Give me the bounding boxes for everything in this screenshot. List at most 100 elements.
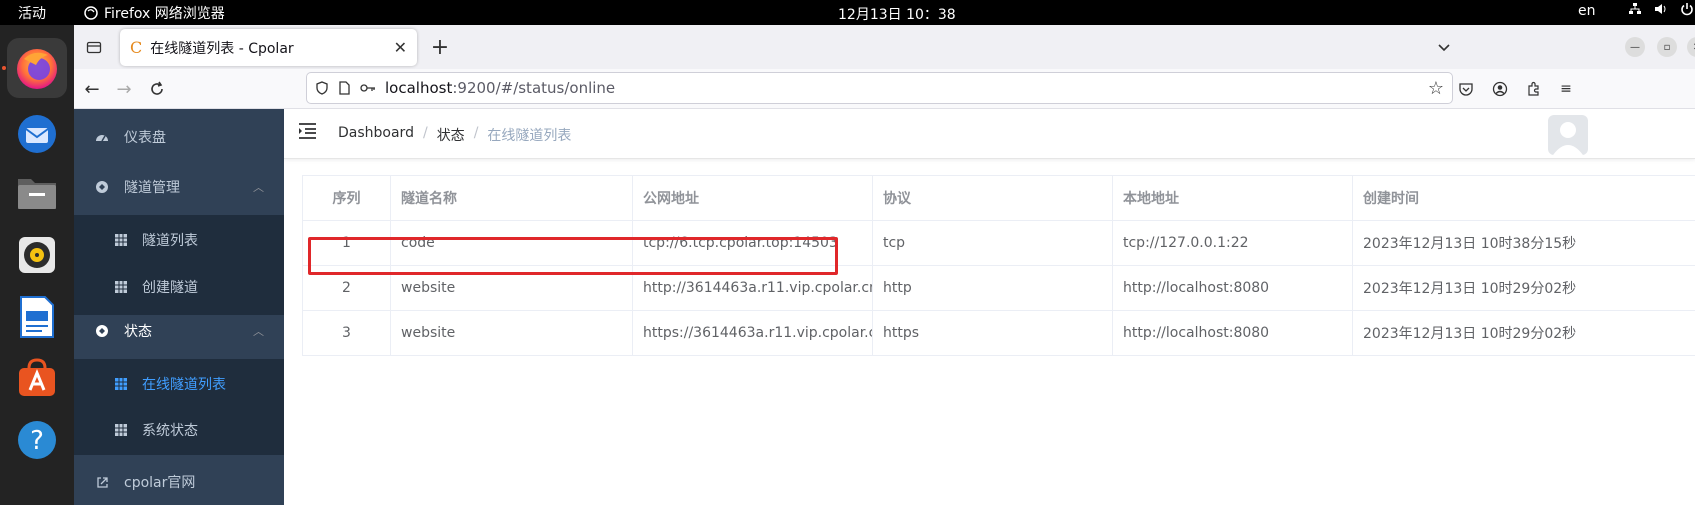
sidebar-item-tunnel-list[interactable]: 隧道列表 (74, 215, 284, 265)
chevron-down-icon (1438, 44, 1450, 52)
cpolar-favicon: C (130, 38, 143, 57)
user-avatar[interactable] (1548, 115, 1588, 155)
cell-index: 2 (303, 266, 391, 310)
sidebar-item-status[interactable]: 状态 ︿ (74, 303, 284, 359)
navigation-toolbar: ← → localhost:9200/#/status/online ☆ ≡ (74, 69, 1695, 109)
maximize-button[interactable]: ▫ (1657, 37, 1677, 57)
app-menu-button[interactable]: ≡ (1556, 79, 1576, 99)
url-host: localhost (385, 79, 453, 97)
bookmark-star-icon[interactable]: ☆ (1428, 78, 1444, 99)
tracking-shield-icon[interactable] (313, 79, 331, 97)
clock[interactable]: 12月13日 10：38 (838, 4, 956, 24)
new-tab-button[interactable]: + (426, 33, 454, 61)
breadcrumb-status: 状态 (436, 128, 465, 144)
grid-icon (114, 233, 128, 247)
sidebar-item-system-status[interactable]: 系统状态 (74, 405, 284, 455)
sidebar-label: cpolar官网 (124, 475, 196, 491)
user-icon (1553, 122, 1583, 155)
breadcrumb-dashboard[interactable]: Dashboard (338, 125, 414, 145)
url-bar[interactable]: localhost:9200/#/status/online ☆ (306, 72, 1453, 104)
activities-button[interactable]: 活动 (18, 3, 46, 23)
cell-index: 1 (303, 221, 391, 265)
grid-icon (114, 423, 128, 437)
column-header-index: 序列 (303, 176, 391, 220)
dock-rhythmbox[interactable] (7, 225, 67, 285)
pocket-button[interactable] (1456, 79, 1476, 99)
running-indicator (2, 66, 6, 70)
url-text[interactable]: localhost:9200/#/status/online (385, 79, 615, 97)
dock: ? (0, 25, 74, 505)
account-button[interactable] (1490, 79, 1510, 99)
files-icon (18, 179, 56, 209)
sidebar-item-tunnel-manage[interactable]: 隧道管理 ︿ (74, 159, 284, 215)
grid-icon (114, 377, 128, 391)
reload-button[interactable] (143, 75, 171, 103)
sidebar-item-cpolar-site[interactable]: cpolar官网 (74, 454, 284, 505)
svg-text:?: ? (30, 426, 44, 456)
dock-firefox[interactable] (7, 38, 67, 98)
system-top-bar: 活动 Firefox 网络浏览器 12月13日 10：38 en (0, 0, 1695, 25)
sidebar-label: 状态 (124, 324, 152, 340)
table-row: 2 website http://3614463a.r11.vip.cpolar… (303, 266, 1695, 311)
sidebar: 仪表盘 隧道管理 ︿ 隧道列表 创建隧道 状态 ︿ 在线隧道列表 系统状态 cp… (74, 109, 284, 505)
reload-icon (151, 81, 163, 95)
chevron-up-icon: ︿ (253, 181, 264, 194)
app-center-icon (19, 358, 55, 396)
cell-local-addr: tcp://127.0.0.1:22 (1113, 221, 1353, 265)
forward-button[interactable]: → (110, 75, 138, 103)
sidebar-toggle-button[interactable] (298, 122, 318, 140)
pocket-icon (1459, 83, 1473, 96)
system-tray[interactable] (1628, 2, 1694, 16)
cell-public-url: https://3614463a.r11.vip.cpolar.cn (633, 311, 873, 355)
firefox-icon (17, 49, 57, 89)
cell-created: 2023年12月13日 10时29分02秒 (1353, 266, 1695, 310)
app-menu[interactable]: Firefox 网络浏览器 (84, 3, 225, 23)
tab-cpolar[interactable]: C 在线隧道列表 - Cpolar ✕ (120, 29, 417, 66)
close-tab-icon[interactable]: ✕ (394, 38, 407, 57)
sidebar-label: 仪表盘 (124, 130, 166, 146)
dock-files[interactable] (7, 163, 67, 223)
column-header-protocol: 协议 (873, 176, 1113, 220)
minimize-button[interactable]: — (1625, 37, 1645, 57)
sidebar-item-online-tunnels[interactable]: 在线隧道列表 (74, 359, 284, 409)
dock-help[interactable]: ? (7, 410, 67, 470)
dashboard-icon (94, 129, 110, 145)
sidebar-label: 在线隧道列表 (142, 377, 226, 393)
sidebar-label: 系统状态 (142, 423, 198, 439)
cell-local-addr: http://localhost:8080 (1113, 311, 1353, 355)
dock-libreoffice-writer[interactable] (7, 287, 67, 347)
tab-overflow-button[interactable] (1430, 33, 1458, 61)
back-button[interactable]: ← (78, 75, 106, 103)
online-tunnel-table: 序列 隧道名称 公网地址 协议 本地地址 创建时间 1 code tcp://6… (302, 175, 1695, 356)
tab-title: 在线隧道列表 - Cpolar (150, 40, 294, 57)
submenu-status: 在线隧道列表 系统状态 (74, 359, 284, 455)
volume-icon (1655, 4, 1666, 14)
key-permissions-icon[interactable] (359, 79, 377, 97)
sidebar-item-dashboard[interactable]: 仪表盘 (74, 109, 284, 165)
app-name: Firefox 网络浏览器 (104, 6, 225, 22)
input-language[interactable]: en (1578, 3, 1596, 19)
breadcrumb: Dashboard / 状态 / 在线隧道列表 (338, 125, 571, 145)
main-content: Dashboard / 状态 / 在线隧道列表 序列 隧道名称 公网地址 协议 … (284, 109, 1695, 505)
arrow-left-icon: ← (84, 78, 100, 100)
breadcrumb-separator: / (473, 125, 479, 141)
close-window-button[interactable]: ✕ (1687, 37, 1695, 57)
dock-app-center[interactable] (7, 348, 67, 408)
dock-thunderbird[interactable] (7, 103, 67, 163)
page-icon[interactable] (335, 79, 353, 97)
cell-protocol: tcp (873, 221, 1113, 265)
sidebar-label: 隧道管理 (124, 180, 180, 196)
extensions-button[interactable] (1524, 79, 1544, 99)
list-all-tabs-button[interactable] (80, 33, 108, 61)
hamburger-icon: ≡ (1560, 81, 1572, 97)
help-icon: ? (18, 421, 56, 459)
sidebar-label: 隧道列表 (142, 233, 198, 249)
tabs-icon (86, 41, 102, 54)
cell-local-addr: http://localhost:8080 (1113, 266, 1353, 310)
url-path: :9200/#/status/online (452, 79, 616, 97)
cell-name: code (391, 221, 633, 265)
submenu-tunnel-manage: 隧道列表 创建隧道 (74, 215, 284, 315)
arrow-right-icon: → (116, 78, 132, 100)
web-page: 仪表盘 隧道管理 ︿ 隧道列表 创建隧道 状态 ︿ 在线隧道列表 系统状态 cp… (74, 109, 1695, 505)
page-header: Dashboard / 状态 / 在线隧道列表 (284, 109, 1695, 159)
